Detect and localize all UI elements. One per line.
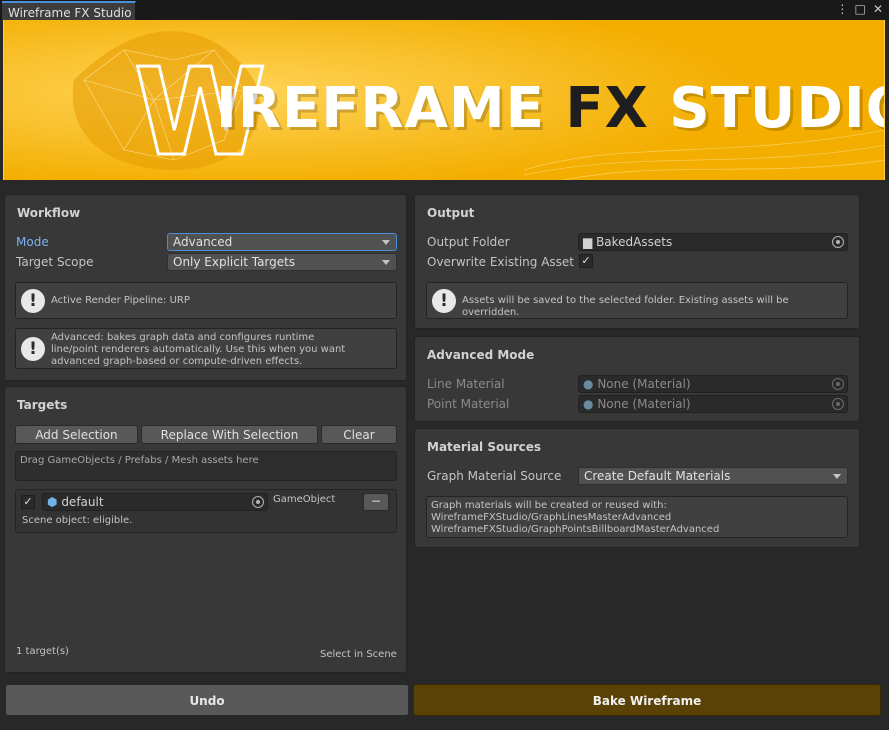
material-sources-title: Material Sources bbox=[427, 440, 542, 454]
drop-zone[interactable]: Drag GameObjects / Prefabs / Mesh assets… bbox=[15, 451, 397, 481]
bake-wireframe-button[interactable]: Bake Wireframe bbox=[413, 684, 881, 716]
target-list-item: ✓ ⬢ default GameObject − Scene object: e… bbox=[15, 489, 397, 533]
undo-button[interactable]: Undo bbox=[5, 684, 409, 716]
drop-zone-text: Drag GameObjects / Prefabs / Mesh assets… bbox=[20, 455, 259, 466]
line-material-value: None (Material) bbox=[597, 377, 691, 391]
output-helpbox: ! Assets will be saved to the selected f… bbox=[426, 282, 848, 319]
chevron-down-icon bbox=[382, 260, 390, 265]
output-panel: Output Output Folder ▆ BakedAssets Overw… bbox=[414, 194, 860, 329]
pipeline-help-text: Active Render Pipeline: URP bbox=[51, 295, 190, 306]
mode-label: Mode bbox=[16, 235, 49, 249]
output-folder-value: BakedAssets bbox=[596, 235, 673, 249]
window-controls: ⋮ □ ✕ bbox=[835, 2, 885, 16]
overwrite-checkbox[interactable]: ✓ bbox=[579, 254, 593, 268]
header-banner: W IREFRAME FX STUDIO bbox=[3, 20, 885, 180]
warning-icon: ! bbox=[21, 337, 45, 361]
material-info-box: Graph materials will be created or reuse… bbox=[426, 496, 848, 538]
object-picker-icon[interactable] bbox=[252, 496, 264, 508]
cube-icon: ⬢ bbox=[47, 495, 58, 509]
replace-with-selection-button[interactable]: Replace With Selection bbox=[141, 425, 318, 444]
material-source-label: Graph Material Source bbox=[427, 469, 562, 483]
target-type: GameObject bbox=[273, 494, 336, 505]
remove-target-button[interactable]: − bbox=[363, 493, 389, 511]
output-help-text: Assets will be saved to the selected fol… bbox=[462, 295, 789, 318]
material-icon: ● bbox=[583, 377, 594, 391]
advanced-help-text: Advanced: bakes graph data and configure… bbox=[51, 332, 346, 367]
output-folder-label: Output Folder bbox=[427, 235, 510, 249]
target-scope-dropdown[interactable]: Only Explicit Targets bbox=[167, 253, 397, 271]
mode-value: Advanced bbox=[173, 235, 233, 249]
line-material-field[interactable]: ● None (Material) bbox=[578, 375, 848, 393]
point-material-label: Point Material bbox=[427, 397, 510, 411]
workflow-panel: Workflow Mode Advanced Target Scope Only… bbox=[4, 194, 407, 381]
material-info-line1: Graph materials will be created or reuse… bbox=[431, 500, 667, 511]
line-material-label: Line Material bbox=[427, 377, 505, 391]
kebab-menu-icon[interactable]: ⋮ bbox=[835, 2, 849, 16]
targets-title: Targets bbox=[17, 398, 68, 412]
maximize-icon[interactable]: □ bbox=[853, 2, 867, 16]
warning-icon: ! bbox=[21, 289, 45, 313]
chevron-down-icon bbox=[382, 240, 390, 245]
targets-panel: Targets Add Selection Replace With Selec… bbox=[4, 386, 407, 673]
material-info-line3: WireframeFXStudio/GraphPointsBillboardMa… bbox=[431, 524, 720, 535]
output-title: Output bbox=[427, 206, 475, 220]
object-picker-icon[interactable] bbox=[832, 398, 844, 410]
object-picker-icon[interactable] bbox=[832, 378, 844, 390]
folder-icon: ▆ bbox=[583, 235, 593, 249]
target-status: Scene object: eligible. bbox=[22, 515, 133, 526]
material-source-dropdown[interactable]: Create Default Materials bbox=[578, 467, 848, 485]
mode-dropdown[interactable]: Advanced bbox=[167, 233, 397, 251]
window-tab-bar: Wireframe FX Studio ⋮ □ ✕ bbox=[0, 0, 889, 21]
material-icon: ● bbox=[583, 397, 594, 411]
workflow-title: Workflow bbox=[17, 206, 81, 220]
material-info-line2: WireframeFXStudio/GraphLinesMasterAdvanc… bbox=[431, 512, 672, 523]
banner-title: IREFRAME FX STUDIO bbox=[216, 76, 884, 141]
banner-title-part1: IREFRAME bbox=[216, 76, 566, 141]
target-object-field[interactable]: ⬢ default bbox=[42, 493, 268, 511]
pipeline-helpbox: ! Active Render Pipeline: URP bbox=[15, 282, 397, 319]
target-scope-value: Only Explicit Targets bbox=[173, 255, 296, 269]
folder-picker-icon[interactable] bbox=[832, 236, 844, 248]
point-material-value: None (Material) bbox=[597, 397, 691, 411]
target-object-name: default bbox=[61, 495, 104, 509]
select-in-scene-link[interactable]: Select in Scene bbox=[320, 649, 397, 660]
clear-button[interactable]: Clear bbox=[321, 425, 397, 444]
target-count: 1 target(s) bbox=[16, 646, 69, 657]
advanced-mode-title: Advanced Mode bbox=[427, 348, 535, 362]
add-selection-button[interactable]: Add Selection bbox=[15, 425, 138, 444]
advanced-helpbox: ! Advanced: bakes graph data and configu… bbox=[15, 328, 397, 369]
banner-title-part3: STUDIO bbox=[669, 76, 884, 141]
overwrite-label: Overwrite Existing Asset bbox=[427, 255, 574, 269]
banner-title-fx: FX bbox=[565, 76, 649, 141]
warning-icon: ! bbox=[432, 289, 456, 313]
window-tab-title: Wireframe FX Studio bbox=[8, 6, 132, 20]
material-source-value: Create Default Materials bbox=[584, 469, 731, 483]
close-icon[interactable]: ✕ bbox=[871, 2, 885, 16]
advanced-mode-panel: Advanced Mode Line Material ● None (Mate… bbox=[414, 336, 860, 422]
target-enabled-checkbox[interactable]: ✓ bbox=[21, 495, 35, 509]
window-tab[interactable]: Wireframe FX Studio bbox=[2, 1, 136, 21]
chevron-down-icon bbox=[833, 474, 841, 479]
target-scope-label: Target Scope bbox=[16, 255, 94, 269]
material-sources-panel: Material Sources Graph Material Source C… bbox=[414, 428, 860, 548]
output-folder-field[interactable]: ▆ BakedAssets bbox=[578, 233, 848, 251]
point-material-field[interactable]: ● None (Material) bbox=[578, 395, 848, 413]
